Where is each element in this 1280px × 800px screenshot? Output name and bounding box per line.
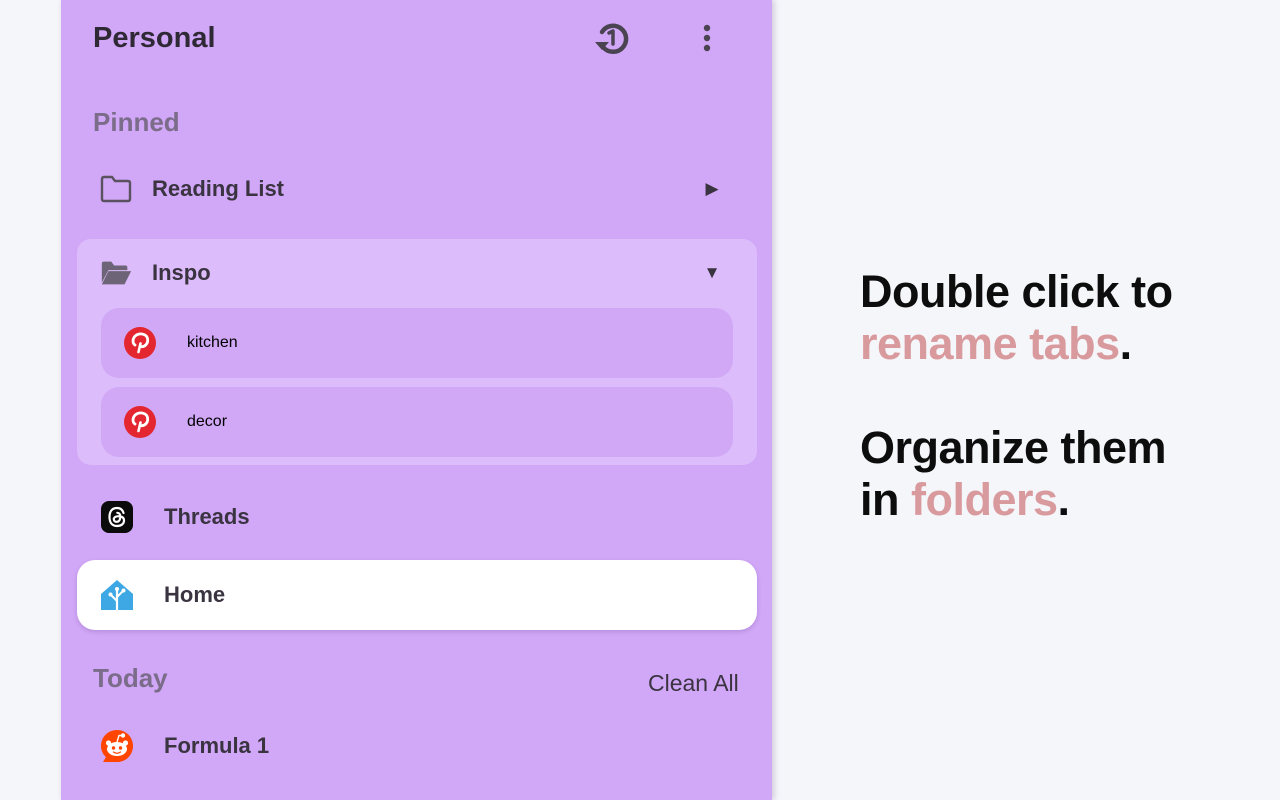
- tab-decor[interactable]: decor: [101, 387, 733, 457]
- tab-label: decor: [187, 413, 228, 430]
- folder-icon: [99, 172, 133, 206]
- promo-line-1: Double click to: [860, 266, 1173, 317]
- expanded-caret-icon[interactable]: ▼: [695, 251, 729, 295]
- promo-line-2: rename tabs.: [860, 318, 1260, 370]
- reddit-icon: [99, 728, 135, 764]
- tab-threads[interactable]: Threads: [77, 482, 757, 552]
- history-icon: [595, 23, 629, 55]
- promo-punctuation: .: [1119, 318, 1133, 369]
- collapsed-caret-icon[interactable]: ▶: [695, 167, 729, 211]
- folder-group-inspo: Inspo ▼ kitchen decor: [77, 239, 757, 465]
- today-section-label: Today: [93, 663, 168, 693]
- pinned-section-label: Pinned: [93, 107, 180, 137]
- tab-label: Formula 1: [164, 733, 270, 758]
- folder-open-icon: [99, 256, 133, 290]
- promo-accent-folders: folders: [911, 474, 1058, 525]
- tab-formula-1[interactable]: Formula 1: [77, 711, 757, 781]
- promo-line-4-start: in: [860, 474, 911, 525]
- home-assistant-icon: [99, 577, 135, 613]
- promo-line-4: in folders.: [860, 474, 1260, 526]
- tab-home[interactable]: Home: [77, 560, 757, 630]
- clean-all-button[interactable]: Clean All: [648, 670, 739, 697]
- history-button[interactable]: [591, 18, 631, 58]
- tab-kitchen[interactable]: kitchen: [101, 308, 733, 378]
- more-options-button[interactable]: [687, 18, 727, 58]
- folder-label: Reading List: [152, 176, 285, 201]
- promo-spacer: [860, 370, 1260, 422]
- promo-accent-rename-tabs: rename tabs: [860, 318, 1120, 369]
- tab-label: Threads: [164, 504, 250, 529]
- more-vertical-icon: [703, 24, 711, 52]
- threads-icon: [99, 499, 135, 535]
- sidebar: Personal Pinned Reading List ▶ Inspo ▼ k…: [61, 0, 772, 800]
- promo-punctuation: .: [1057, 474, 1071, 525]
- folder-reading-list[interactable]: Reading List ▶: [99, 167, 729, 211]
- space-title: Personal: [93, 22, 216, 54]
- promo-line-3: Organize them: [860, 422, 1167, 473]
- pinterest-icon: [123, 326, 157, 360]
- tab-label: Home: [164, 582, 226, 607]
- pinterest-icon: [123, 405, 157, 439]
- promo-text: Double click to rename tabs. Organize th…: [860, 266, 1260, 526]
- tab-label: kitchen: [187, 334, 238, 351]
- folder-inspo[interactable]: Inspo ▼: [99, 251, 729, 295]
- folder-label: Inspo: [152, 260, 211, 285]
